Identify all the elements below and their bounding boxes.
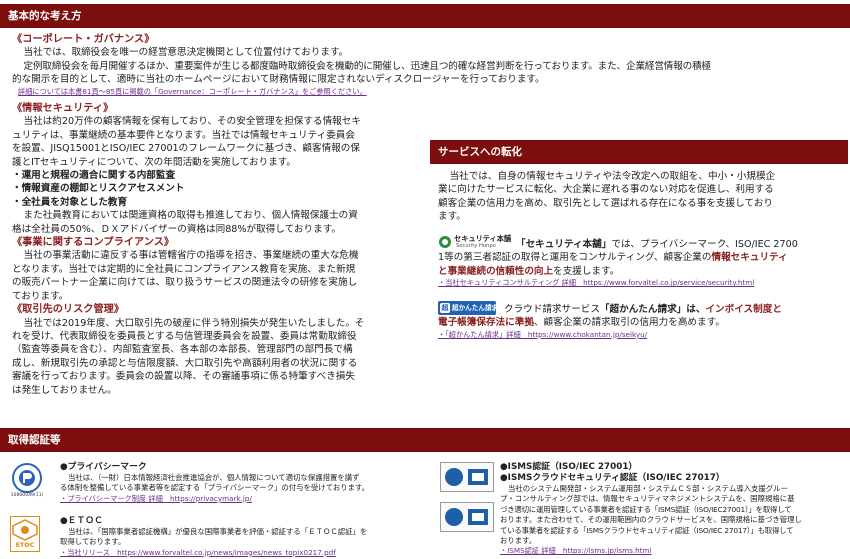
security-honpo-text: 「セキュリティ本舗」では、プライバシーマーク、ISO/IEC 2700 1等の第…: [438, 238, 842, 288]
isms-logo-2: [440, 502, 494, 532]
service-intro: 当社では、自身の情報セキュリティや法令改定への取組を、中小・小規模企 業に向けた…: [438, 170, 842, 224]
isms-line: プ・コンサルティング部では、情報セキュリティマネジメントシステムを、国際規格に基: [500, 494, 795, 504]
chokantan-emph: インボイス制度と: [705, 304, 782, 315]
pmark-line: 当社は、（一財）日本情報経済社会推進協会が、個人情報について適切な保護措置を講ず: [68, 473, 360, 482]
isms-block: ●ISMS認証（ISO/IEC 27001） ●ISMSクラウドセキュリティ認証…: [500, 462, 846, 556]
chokantan-link[interactable]: ・「超かんたん請求」詳細 https://www.chokantan.jp/se…: [438, 330, 842, 340]
security-line: 格は全社員の50%、ＤＸアドバイザーの資格は同88%が取得しております。: [12, 223, 341, 235]
isms-title: ●ISMS認証（ISO/IEC 27001）: [500, 462, 638, 472]
isms-line: 当社のシステム開発部・システム運用部・システムＣＳ部・システム導入支援グルー: [508, 484, 788, 493]
isms-line: おります。また合わせて、その運用範囲内のクラウドサービスを、国際規格に基づき管理…: [500, 515, 802, 525]
etoc-link[interactable]: ・当社リリース https://www.forvaltel.co.jp/news…: [60, 548, 460, 558]
section-title: サービスへの転化: [438, 146, 522, 158]
chokantan-line1c: は、: [686, 304, 706, 315]
governance-line: 当社では、取締役会を唯一の経営意思決定機関として位置付けております。: [23, 47, 349, 59]
partner-line: （監査等委員を含む）、内部監査室長、各本部の本部長、管理部門の部門長で構: [12, 344, 353, 356]
compliance-line: となります。当社では定期的に全社員にコンプライアンス教育を実施、また新規: [12, 263, 356, 275]
pmark-link[interactable]: ・プライバシーマーク制度 詳細 https://privacymark.jp/: [60, 494, 460, 504]
pmark-block: ●プライバシーマーク 当社は、（一財）日本情報経済社会推進協会が、個人情報につい…: [60, 462, 460, 504]
pmark-logo: 10800049(11): [6, 462, 48, 500]
governance-block: 《コーポレート・ガバナンス》 当社では、取締役会を唯一の経営意思決定機関として位…: [12, 33, 842, 97]
etoc-line: 取得しております。: [60, 537, 126, 547]
partner-heading: 《取引先のリスク管理》: [12, 304, 125, 316]
honpo-emph: と事業継続の信頼性の向上: [438, 265, 554, 277]
isms-line: づき適切に運用管理している事業者を認証する「ISMS認証（ISO/IEC2700…: [500, 504, 792, 514]
service-line: 当社では、自身の情報セキュリティや法令改定への取組を、中小・小規模企: [449, 171, 776, 182]
security-line: 護とITセキュリティについて、次の年間活動を実施しております。: [12, 156, 297, 168]
etoc-line: 当社は、「国際事業者認証機構」が優良な国際事業者を評価・認証する「ＥＴＯＣ認証」…: [68, 527, 368, 536]
governance-line: 的な開示を目的として、適時に当社のホームページにおいて財務情報に限定されないディ…: [12, 74, 545, 86]
chokantan-name: 「超かんたん請求」: [599, 304, 687, 315]
isms-line: おります。: [500, 536, 537, 546]
isms-link[interactable]: ・ISMS認証 詳細 https://isms.jp/isms.html: [500, 546, 846, 556]
compliance-heading: 《事業に関するコンプライアンス》: [12, 237, 175, 249]
pmark-num: 10800049(11): [10, 493, 44, 498]
governance-link[interactable]: 詳細については本書81頁～85頁に掲載の「Governance：コーポレート・ガ…: [18, 87, 842, 97]
isms-logo-1: [440, 462, 494, 492]
compliance-line: の販売パートナー企業に向けては、取り扱うサービスの関連法令の研修を実施し: [12, 277, 358, 289]
partner-line: 当社では2019年度、大口取引先の破産に伴う特別損失が発生いたしました。そ: [23, 317, 365, 329]
compliance-line: ております。: [12, 290, 69, 302]
chokantan-line2: 、顧客企業の請求取引の信用力を高めます。: [533, 317, 725, 329]
service-line: 顧客企業の信用力を高め、取引先として選ばれる存在になる事を支援しており: [438, 197, 773, 209]
security-line: 当社は約20万件の顧客情報を保有しており、その安全管理を担保する情報セキ: [23, 116, 361, 128]
pmark-title: ●プライバシーマーク: [60, 462, 147, 472]
honpo-emph: 情報セキュリティ: [711, 252, 788, 264]
isms-line: ている事業者を認証する「ISMSクラウドセキュリティ認証（ISO/IEC 270…: [500, 525, 794, 535]
section-title: 基本的な考え方: [8, 10, 82, 22]
etoc-text: ETOC: [15, 541, 35, 549]
isms-ac-icon: [445, 468, 488, 486]
security-heading: 《情報セキュリティ》: [12, 103, 114, 114]
honpo-line2: 1等の第三者認証の取得と運用をコンサルティング、顧客企業の: [438, 252, 712, 264]
security-line: を設置、JISQ15001とISO/IEC 27001のフレームワークに基づき、…: [12, 143, 360, 155]
partner-line: 成し、新規取引先の承認と与信限度額、大口取引先や高額利用者の状況に関する: [12, 357, 358, 369]
chokantan-text: クラウド請求サービス「超かんたん請求」は、インボイス制度と 電子帳簿保存法に準拠…: [438, 303, 842, 340]
partner-line: 審議を行っております。委員会の設置以降、その審議事項に係る特筆すべき損失: [12, 371, 355, 383]
left-column: 《情報セキュリティ》 当社は約20万件の顧客情報を保有しており、その安全管理を担…: [12, 102, 424, 397]
honpo-link[interactable]: ・当社セキュリティコンサルティング 詳細 https://www.forvalt…: [438, 278, 842, 288]
security-bullet: ・情報資産の棚卸とリスクアセスメント: [12, 183, 185, 195]
partner-line: は発生しておりません。: [12, 384, 117, 396]
etoc-block: ●ＥＴＯＣ 当社は、「国際事業者認証機構」が優良な国際事業者を評価・認証する「Ｅ…: [60, 516, 460, 558]
honpo-name: 「セキュリティ本舗」: [516, 239, 612, 250]
isms-cloud-title: ●ISMSクラウドセキュリティ認証（ISO/IEC 27017）: [500, 473, 725, 483]
security-line: また社員教育においては関連資格の取得も推進しており、個人情報保護士の資: [23, 210, 358, 222]
section-header-service: サービスへの転化: [430, 140, 848, 164]
compliance-line: 当社の事業活動に違反する事は管轄省庁の指導を招き、事業継続の重大な危機: [23, 250, 359, 262]
partner-line: れを受け、代表取締役を委員長とする与信管理委員会を設置、委員は常勤取締役: [12, 330, 357, 342]
section-title: 取得認証等: [8, 434, 61, 446]
chokantan-line1: クラウド請求サービス: [504, 304, 600, 315]
honpo-line1: では、プライバシーマーク、ISO/IEC 2700: [611, 239, 798, 250]
etoc-title: ●ＥＴＯＣ: [60, 516, 103, 526]
etoc-logo: ETOC: [10, 516, 40, 552]
section-header-certifications: 取得認証等: [0, 428, 850, 452]
security-bullet: ・運用と規程の適合に関する内部監査: [12, 170, 176, 182]
governance-heading: 《コーポレート・ガバナンス》: [12, 34, 155, 45]
section-header-basic: 基本的な考え方: [0, 4, 850, 28]
etoc-icon: [12, 519, 38, 541]
pmark-line: る体制を整備している事業者等を認定する「プライバシーマーク」の付与を受けておりま…: [60, 483, 370, 493]
governance-line: 定例取締役会を毎月開催するほか、重要案件が生じる都度臨時取締役会を機動的に開催し…: [23, 60, 712, 72]
isms-cloud-icon: [445, 508, 488, 526]
security-bullet: ・全社員を対象とした教育: [12, 196, 128, 208]
security-line: ュリティは、事業継続の基本要件となります。当社では情報セキュリティ委員会: [12, 129, 355, 141]
service-line: ます。: [438, 211, 466, 223]
chokantan-emph: 電子帳簿保存法に準拠: [438, 317, 534, 329]
service-line: 業に向けたサービスに転化、大企業に遅れる事のない対応を促進し、利用する: [438, 184, 774, 196]
honpo-line3: を支援します。: [553, 265, 620, 277]
